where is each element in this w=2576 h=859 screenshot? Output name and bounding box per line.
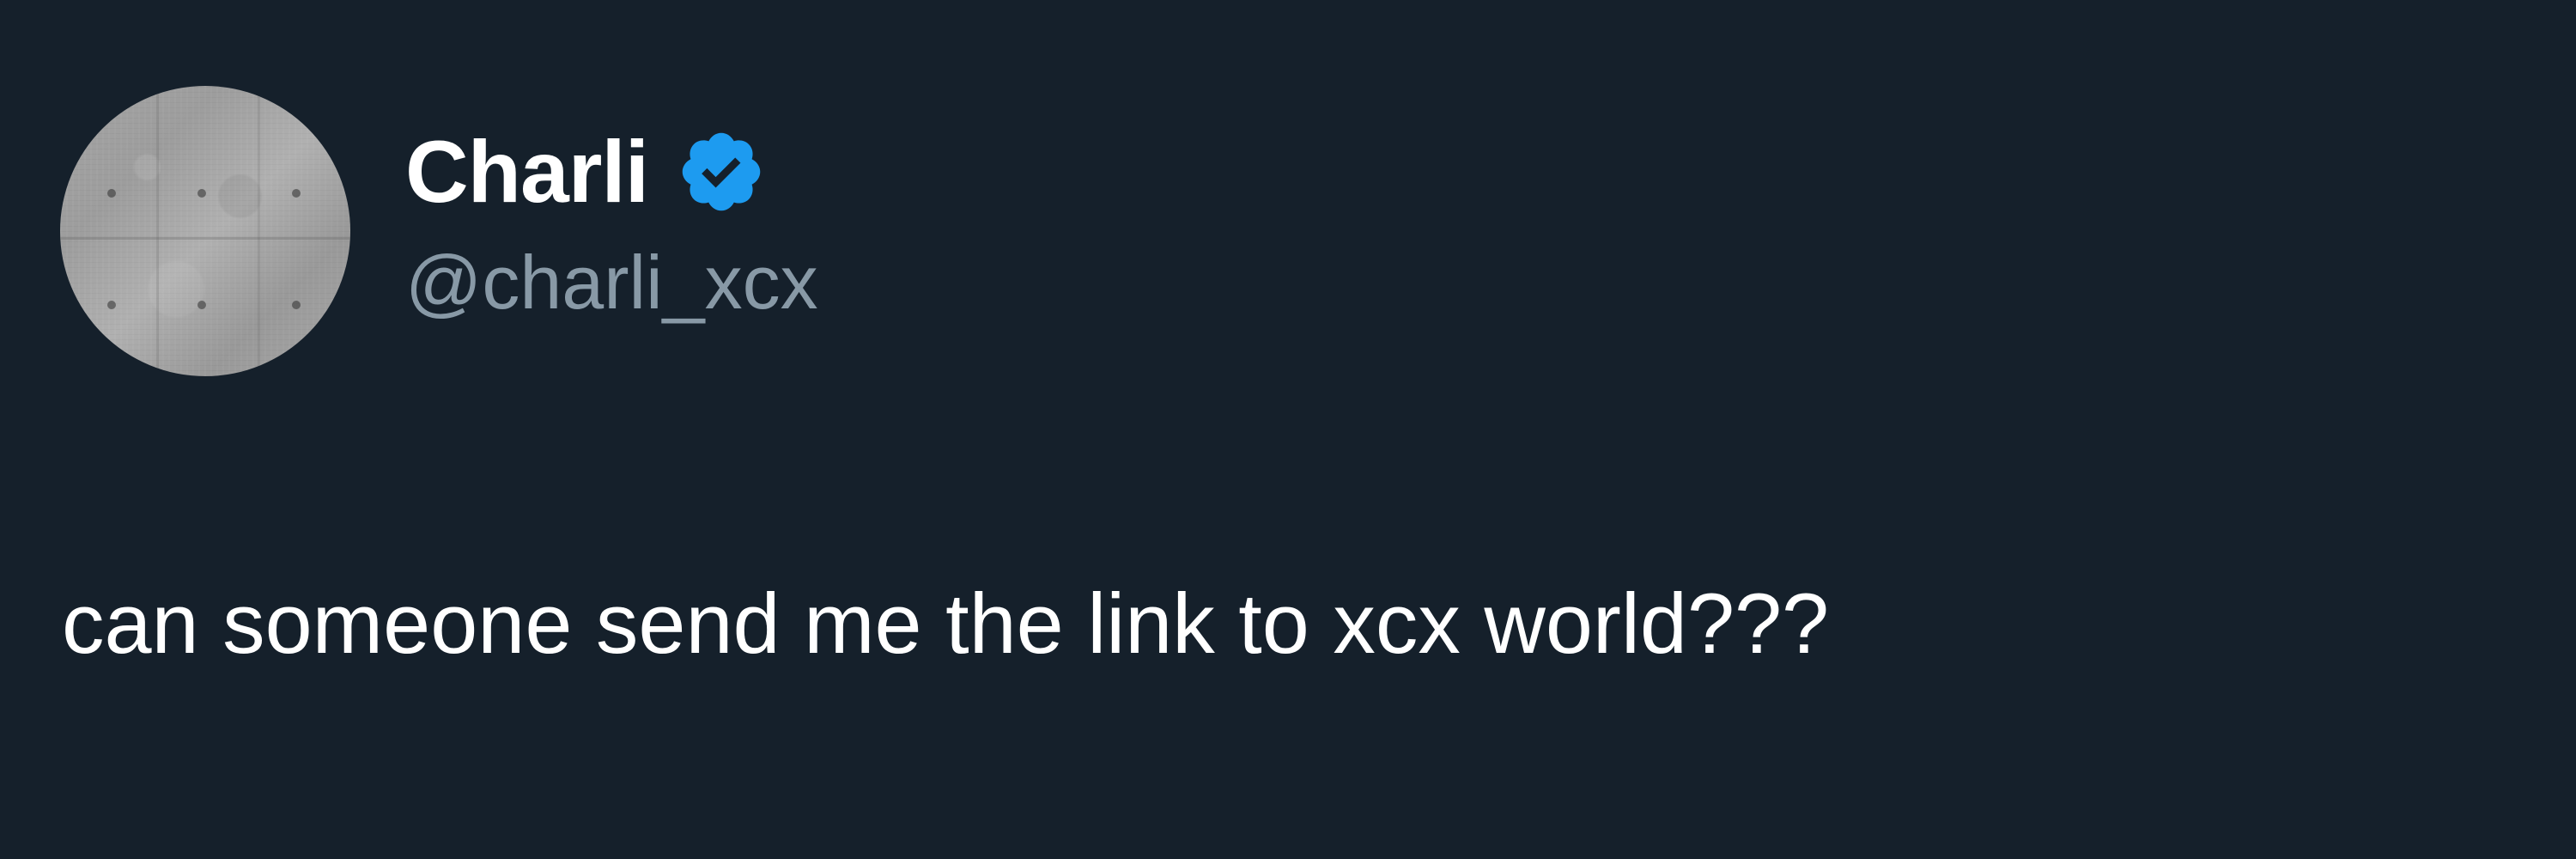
avatar[interactable] [60, 86, 350, 376]
avatar-texture-dot [197, 189, 206, 198]
avatar-texture-dot [197, 301, 206, 309]
tweet-card: Charli @charli_xcx can someone send me t… [0, 0, 2576, 859]
avatar-texture-seam [257, 86, 260, 376]
avatar-texture-dot [107, 189, 116, 198]
avatar-texture-dot [292, 301, 301, 309]
author-display-name[interactable]: Charli [405, 128, 649, 216]
author-handle[interactable]: @charli_xcx [405, 245, 818, 320]
author-name-row: Charli [405, 125, 767, 219]
avatar-texture-seam [60, 236, 350, 240]
avatar-texture-seam [155, 86, 159, 376]
avatar-texture-dot [292, 189, 301, 198]
verified-badge-icon [682, 132, 761, 211]
avatar-texture-dot [107, 301, 116, 309]
tweet-text: can someone send me the link to xcx worl… [62, 576, 1830, 671]
